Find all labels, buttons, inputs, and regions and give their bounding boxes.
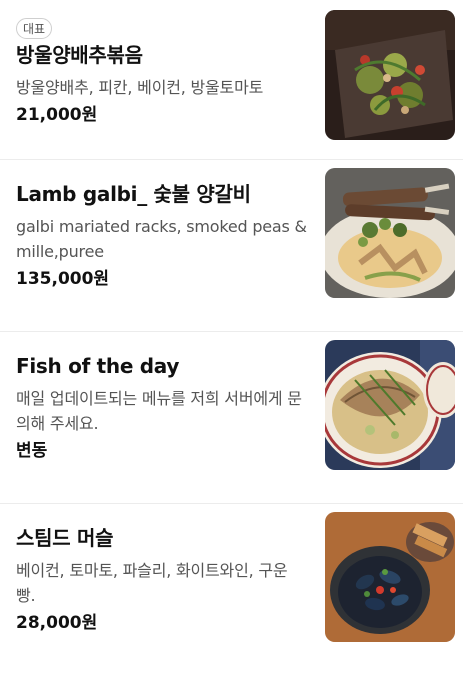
menu-item-text: Lamb galbi_ 숯불 양갈비 galbi mariated racks,… [16, 168, 308, 331]
menu-item-price: 21,000원 [16, 105, 98, 125]
menu-item-text: Fish of the day 매일 업데이트되는 메뉴를 저희 서버에게 문의… [16, 340, 308, 503]
menu-item-text: 스팀드 머슬 베이컨, 토마토, 파슬리, 화이트와인, 구운 빵. 28,00… [16, 512, 308, 675]
menu-item-description: 베이컨, 토마토, 파슬리, 화이트와인, 구운 빵. [16, 561, 288, 605]
fish-dish-photo[interactable] [325, 340, 455, 470]
menu-item-name: Lamb galbi_ 숯불 양갈비 [16, 182, 251, 206]
menu-item-steamed-mussels[interactable]: 스팀드 머슬 베이컨, 토마토, 파슬리, 화이트와인, 구운 빵. 28,00… [0, 504, 463, 675]
brussels-sprouts-dish-photo[interactable] [325, 10, 455, 140]
menu-item-description: galbi mariated racks, smoked peas & mill… [16, 217, 307, 261]
menu-item-price: 28,000원 [16, 613, 98, 633]
menu-item-description: 방울양배추, 피칸, 베이컨, 방울토마토 [16, 78, 264, 97]
menu-item-brussels-sprouts[interactable]: 대표 방울양배추볶음 방울양배추, 피칸, 베이컨, 방울토마토 21,000원 [0, 0, 463, 160]
menu-item-price: 변동 [16, 441, 48, 461]
steamed-mussels-dish-photo[interactable] [325, 512, 455, 642]
menu-item-lamb-galbi[interactable]: Lamb galbi_ 숯불 양갈비 galbi mariated racks,… [0, 160, 463, 332]
menu-list: 대표 방울양배추볶음 방울양배추, 피칸, 베이컨, 방울토마토 21,000원 [0, 0, 463, 675]
menu-item-description: 매일 업데이트되는 메뉴를 저희 서버에게 문의해 주세요. [16, 389, 302, 433]
menu-item-fish-of-the-day[interactable]: Fish of the day 매일 업데이트되는 메뉴를 저희 서버에게 문의… [0, 332, 463, 504]
menu-item-price: 135,000원 [16, 269, 110, 289]
lamb-galbi-dish-photo[interactable] [325, 168, 455, 298]
menu-item-text: 대표 방울양배추볶음 방울양배추, 피칸, 베이컨, 방울토마토 21,000원 [16, 18, 308, 159]
signature-badge: 대표 [16, 18, 53, 39]
menu-item-name: 방울양배추볶음 [16, 43, 143, 67]
menu-item-name: 스팀드 머슬 [16, 526, 114, 550]
menu-item-name: Fish of the day [16, 354, 180, 378]
